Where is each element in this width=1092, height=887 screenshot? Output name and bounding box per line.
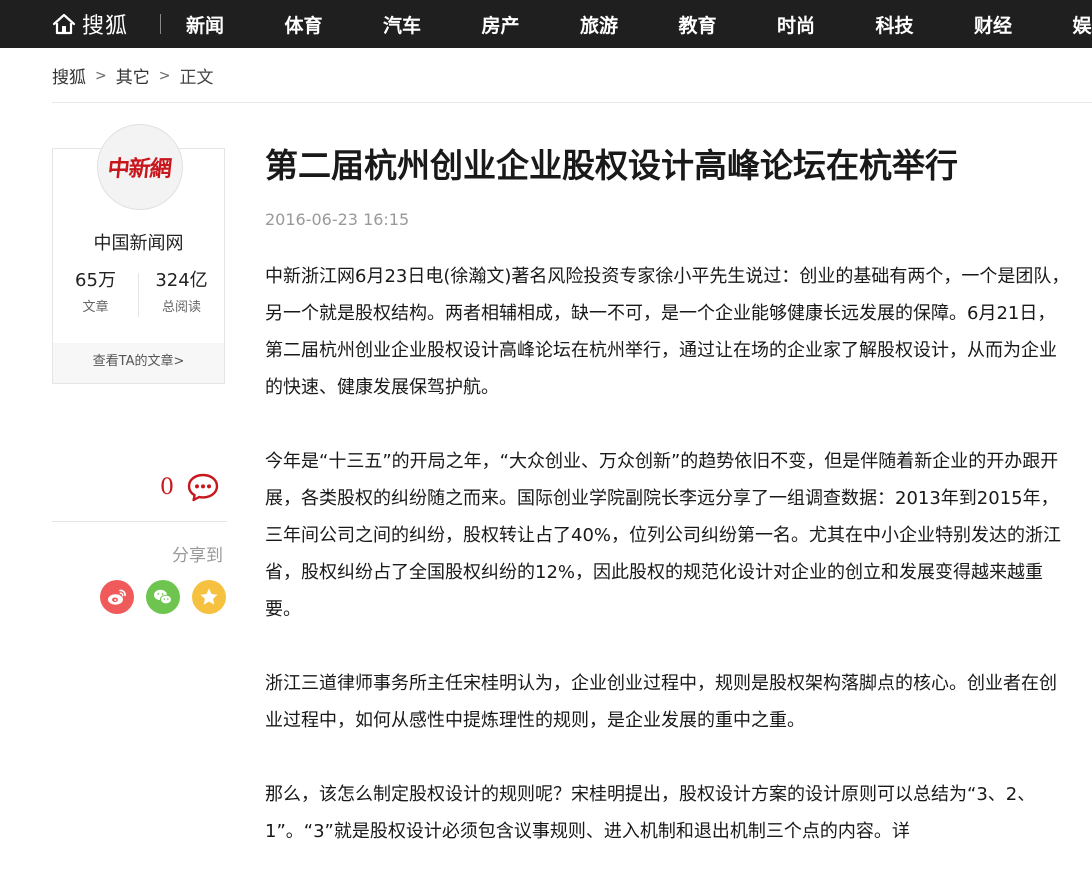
comment-bubble-icon[interactable] bbox=[186, 472, 220, 502]
nav-item-sports[interactable]: 体育 bbox=[285, 11, 384, 38]
view-author-articles-link[interactable]: 查看TA的文章> bbox=[53, 343, 224, 383]
author-name[interactable]: 中国新闻网 bbox=[53, 229, 224, 255]
article-paragraph: 浙江三道律师事务所主任宋桂明认为，企业创业过程中，规则是股权架构落脚点的核心。创… bbox=[265, 665, 1070, 739]
article-time: 2016-06-23 16:15 bbox=[265, 210, 409, 229]
nav-item-education[interactable]: 教育 bbox=[679, 11, 778, 38]
article-paragraph: 中新浙江网6月23日电(徐瀚文)著名风险投资专家徐小平先生说过：创业的基础有两个… bbox=[265, 258, 1070, 406]
author-card: 中新網 中国新闻网 65万 文章 324亿 总阅读 查看TA的文章> bbox=[52, 148, 225, 384]
share-label: 分享到 bbox=[172, 541, 223, 566]
article-content: 中新浙江网6月23日电(徐瀚文)著名风险投资专家徐小平先生说过：创业的基础有两个… bbox=[265, 258, 1070, 887]
breadcrumb-separator-icon: > bbox=[95, 68, 107, 84]
stat-reads-value: 324亿 bbox=[139, 269, 224, 293]
home-roof-icon bbox=[52, 12, 76, 36]
author-stats: 65万 文章 324亿 总阅读 bbox=[53, 269, 224, 319]
breadcrumb-category[interactable]: 其它 bbox=[116, 63, 150, 88]
comment-count[interactable]: 0 bbox=[160, 475, 174, 500]
share-weibo-button[interactable] bbox=[100, 580, 134, 614]
nav-item-tech[interactable]: 科技 bbox=[876, 11, 975, 38]
nav-item-realestate[interactable]: 房产 bbox=[482, 11, 581, 38]
wechat-icon bbox=[152, 586, 174, 608]
article-paragraph: 今年是“十三五”的开局之年，“大众创业、万众创新”的趋势依旧不变，但是伴随着新企… bbox=[265, 443, 1070, 628]
stat-reads-label: 总阅读 bbox=[139, 296, 224, 315]
weibo-icon bbox=[106, 586, 128, 608]
avatar-logo-text: 中新網 bbox=[107, 151, 173, 183]
breadcrumb-divider bbox=[52, 102, 1092, 103]
top-navigation-bar: 搜狐 新闻 体育 汽车 房产 旅游 教育 时尚 科技 财经 娱乐 bbox=[0, 0, 1092, 48]
share-favorite-button[interactable] bbox=[192, 580, 226, 614]
star-icon bbox=[198, 586, 220, 608]
breadcrumb-current: 正文 bbox=[179, 63, 213, 88]
nav-item-finance[interactable]: 财经 bbox=[974, 11, 1073, 38]
breadcrumb-separator-icon: > bbox=[159, 68, 171, 84]
stat-articles: 65万 文章 bbox=[53, 269, 138, 319]
article: 第二届杭州创业企业股权设计高峰论坛在杭举行 2016-06-23 16:15 中… bbox=[265, 140, 1070, 192]
stat-articles-value: 65万 bbox=[53, 269, 138, 293]
sidebar-divider bbox=[52, 521, 227, 522]
stat-articles-label: 文章 bbox=[53, 296, 138, 315]
logo-divider bbox=[160, 14, 161, 34]
article-paragraph: 那么，该怎么制定股权设计的规则呢？宋桂明提出，股权设计方案的设计原则可以总结为“… bbox=[265, 776, 1070, 850]
logo-text: 搜狐 bbox=[82, 8, 128, 40]
nav-item-travel[interactable]: 旅游 bbox=[580, 11, 679, 38]
main-nav: 新闻 体育 汽车 房产 旅游 教育 时尚 科技 财经 娱乐 bbox=[186, 0, 1092, 48]
nav-item-fashion[interactable]: 时尚 bbox=[777, 11, 876, 38]
breadcrumb: 搜狐 > 其它 > 正文 bbox=[52, 63, 213, 88]
nav-item-entertainment[interactable]: 娱乐 bbox=[1073, 11, 1092, 38]
comment-area: 0 bbox=[160, 472, 220, 502]
nav-item-auto[interactable]: 汽车 bbox=[383, 11, 482, 38]
article-title: 第二届杭州创业企业股权设计高峰论坛在杭举行 bbox=[265, 140, 1070, 192]
share-buttons bbox=[100, 580, 238, 614]
avatar[interactable]: 中新網 bbox=[97, 124, 183, 210]
share-wechat-button[interactable] bbox=[146, 580, 180, 614]
stat-reads: 324亿 总阅读 bbox=[139, 269, 224, 319]
nav-item-news[interactable]: 新闻 bbox=[186, 11, 285, 38]
breadcrumb-home[interactable]: 搜狐 bbox=[52, 63, 86, 88]
sohu-logo[interactable]: 搜狐 bbox=[52, 9, 128, 39]
